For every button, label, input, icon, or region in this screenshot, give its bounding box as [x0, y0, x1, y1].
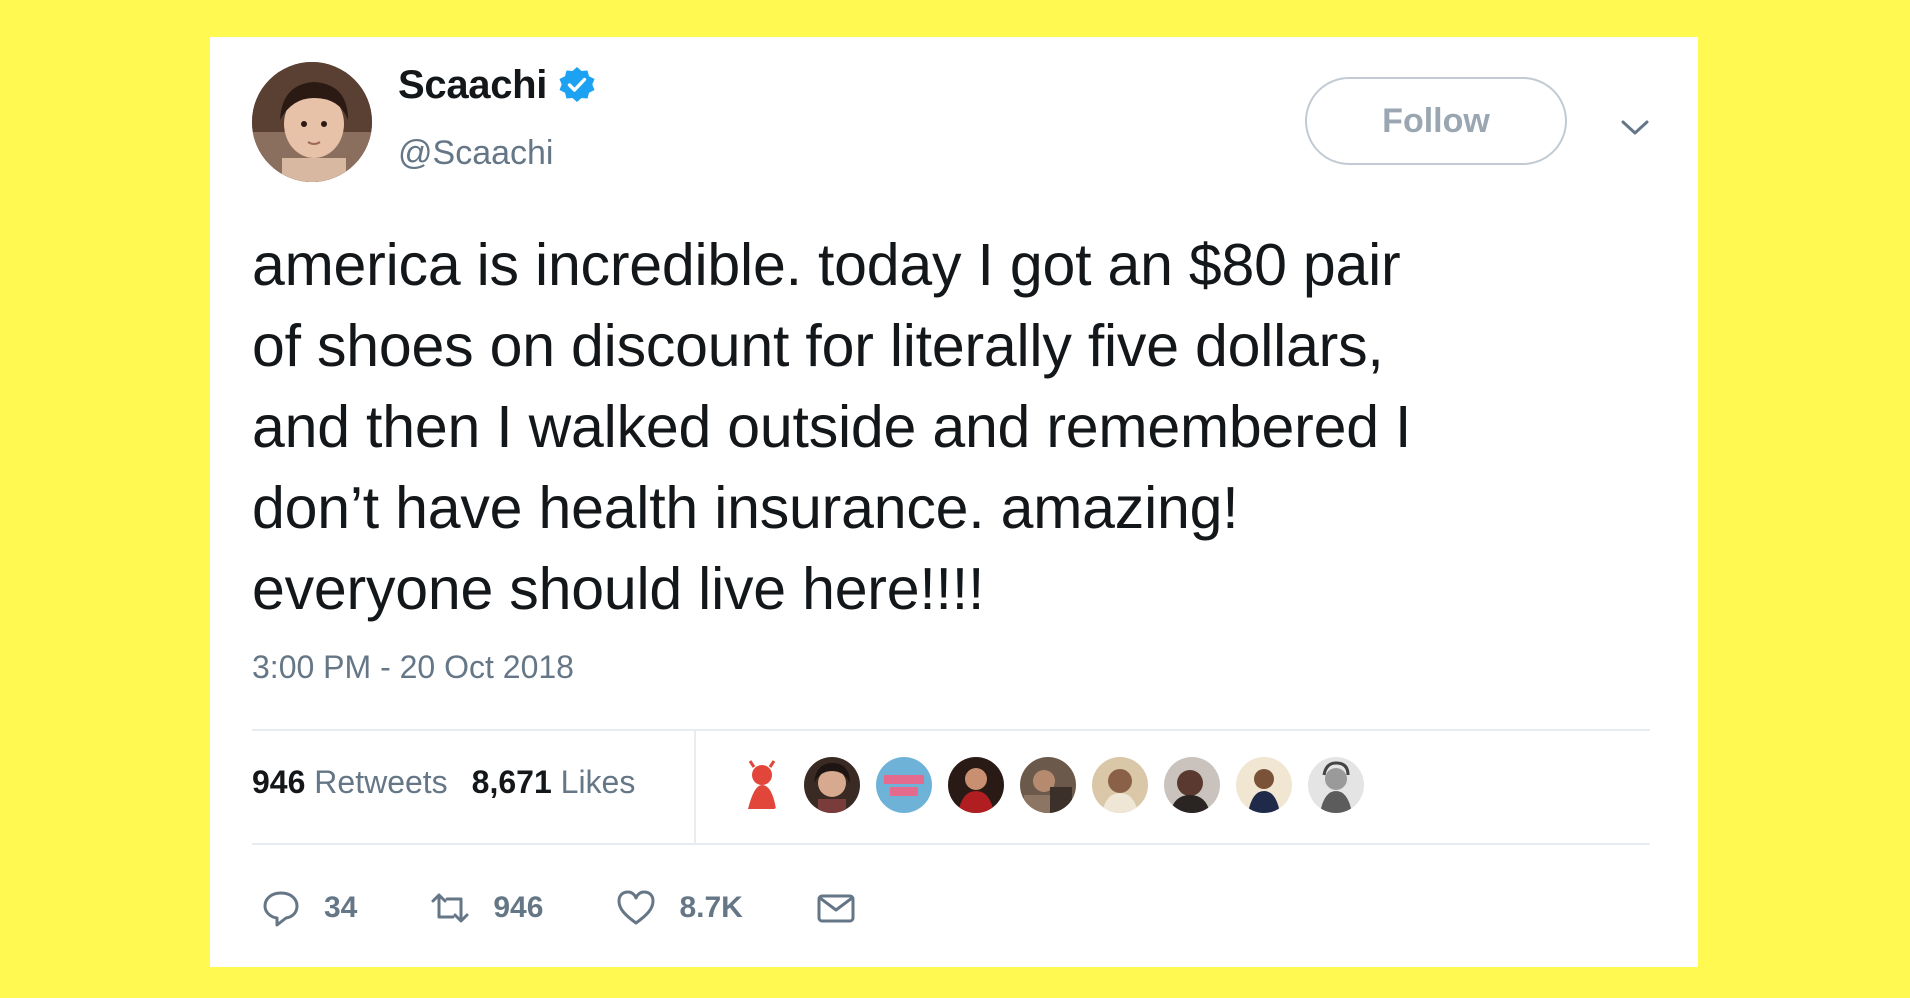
author-handle[interactable]: @Scaachi [398, 134, 553, 173]
liker-avatar[interactable] [1306, 755, 1366, 815]
divider [252, 843, 1650, 845]
heart-icon[interactable] [615, 887, 657, 929]
tweet-stats: 946 Retweets 8,671 Likes [252, 764, 635, 801]
author-name-row[interactable]: Scaachi [398, 63, 597, 108]
liker-avatar[interactable] [730, 755, 790, 815]
retweets-count: 946 [252, 764, 306, 800]
message-action[interactable] [815, 887, 857, 929]
reply-action[interactable]: 34 [260, 887, 357, 929]
liker-avatar[interactable] [1090, 755, 1150, 815]
likes-stat[interactable]: 8,671 Likes [472, 764, 636, 801]
like-count: 8.7K [679, 891, 743, 924]
reply-icon[interactable] [260, 887, 302, 929]
liker-avatar[interactable] [874, 755, 934, 815]
tweet-actions: 34 946 8.7K [260, 887, 929, 929]
like-action[interactable]: 8.7K [615, 887, 743, 929]
follow-button[interactable]: Follow [1305, 77, 1567, 165]
chevron-down-icon[interactable] [1617, 113, 1653, 141]
tweet-text: america is incredible. today I got an $8… [252, 232, 1412, 622]
liker-avatar[interactable] [946, 755, 1006, 815]
likes-label: Likes [560, 764, 636, 800]
retweets-label: Retweets [314, 764, 448, 800]
liker-avatar[interactable] [1162, 755, 1222, 815]
tweet-card: Scaachi @Scaachi Follow america is incre… [210, 37, 1698, 967]
retweet-icon[interactable] [429, 887, 471, 929]
liker-avatar[interactable] [1018, 755, 1078, 815]
likes-count: 8,671 [471, 764, 552, 800]
reply-count: 34 [324, 891, 358, 924]
author-avatar[interactable] [252, 62, 372, 182]
liker-avatars [730, 755, 1366, 815]
retweets-stat[interactable]: 946 Retweets [252, 764, 448, 801]
retweet-count: 946 [493, 891, 544, 924]
stats-divider [694, 729, 696, 845]
tweet-timestamp[interactable]: 3:00 PM - 20 Oct 2018 [252, 649, 574, 686]
author-display-name[interactable]: Scaachi [398, 63, 547, 108]
liker-avatar[interactable] [1234, 755, 1294, 815]
retweet-action[interactable]: 946 [429, 887, 543, 929]
liker-avatar[interactable] [802, 755, 862, 815]
divider [252, 729, 1650, 731]
verified-badge-icon [559, 67, 595, 102]
envelope-icon[interactable] [815, 887, 857, 929]
